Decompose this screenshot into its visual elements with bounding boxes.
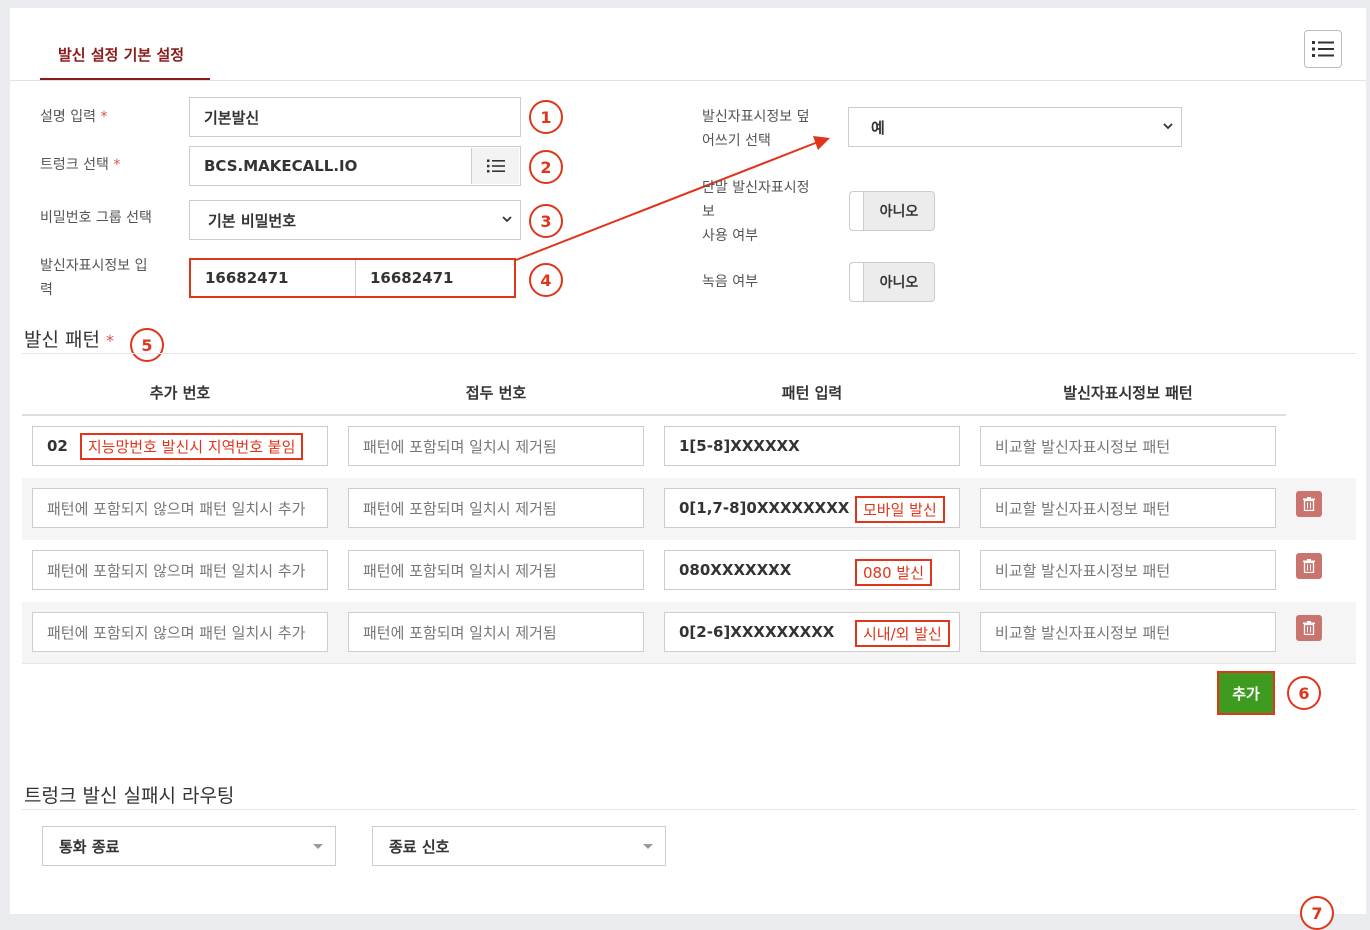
pattern-input[interactable]: 080XXXXXXX 080 발신 [664,550,960,590]
toggle-knob [850,192,864,230]
annotation-marker-5: 5 [130,328,164,362]
annotation-tag: 시내/외 발신 [855,620,950,647]
chevron-down-icon [643,844,653,849]
terminal-caller-id-label: 단말 발신자표시정 보 사용 여부 [702,176,810,248]
failover-action-value: 통화 종료 [59,837,120,856]
add-number-input[interactable]: 패턴에 포함되지 않으며 패턴 일치시 추가 [32,550,328,590]
pattern-input[interactable]: 1[5-8]XXXXXX [664,426,960,466]
annotation-arrow [515,136,830,261]
recording-toggle[interactable]: 아니오 [849,262,935,302]
caller-id-pattern-input[interactable]: 비교할 발신자표시정보 패턴 [980,488,1276,528]
header-caller-id-pattern: 발신자표시정보 패턴 [1063,384,1193,402]
pattern-value: 080XXXXXXX [679,561,792,579]
failover-signal-select[interactable]: 종료 신호 [372,826,666,866]
toggle-state: 아니오 [879,204,919,220]
annotation-marker-7: 7 [1300,896,1334,930]
failover-title: 트렁크 발신 실패시 라우팅 [24,785,235,807]
table-row: 02 지능망번호 발신시 지역번호 붙임 패턴에 포함되며 일치시 제거됨 1[… [22,416,1356,478]
prefix-number-input[interactable]: 패턴에 포함되며 일치시 제거됨 [348,426,644,466]
trash-icon [1303,621,1315,635]
caller-id-overwrite-label-line2: 어쓰기 선택 [702,133,771,149]
toggle-knob [850,263,864,301]
annotation-marker-6: 6 [1287,676,1321,710]
caller-id-pattern-input[interactable]: 비교할 발신자표시정보 패턴 [980,550,1276,590]
prefix-number-input[interactable]: 패턴에 포함되며 일치시 제거됨 [348,612,644,652]
header-add-number: 추가 번호 [149,384,211,402]
terminal-caller-id-label-line1: 단말 발신자표시정 [702,180,810,196]
chevron-down-icon [1163,123,1173,130]
settings-panel: 발신 설정 기본 설정 설명 입력 * 기본발신 1 트렁크 선택 * BCS.… [10,8,1366,930]
failover-action-select[interactable]: 통화 종료 [42,826,336,866]
header-prefix-number: 접두 번호 [465,384,527,402]
add-number-value: 02 [47,437,68,455]
patterns-title-text: 발신 패턴 [24,329,100,351]
caller-id-overwrite-value: 예 [871,118,885,137]
caller-id-pattern-input[interactable]: 비교할 발신자표시정보 패턴 [980,612,1276,652]
chevron-down-icon [313,844,323,849]
terminal-caller-id-label-line3: 사용 여부 [702,228,758,244]
delete-row-button[interactable] [1296,615,1322,641]
add-number-input[interactable]: 02 지능망번호 발신시 지역번호 붙임 [32,426,328,466]
add-number-input[interactable]: 패턴에 포함되지 않으며 패턴 일치시 추가 [32,612,328,652]
add-number-input[interactable]: 패턴에 포함되지 않으며 패턴 일치시 추가 [32,488,328,528]
required-mark: * [106,331,115,350]
table-bottom-divider [22,663,1356,664]
terminal-caller-id-label-line2: 보 [702,204,715,220]
patterns-title: 발신 패턴 * [24,325,114,352]
annotation-tag: 지능망번호 발신시 지역번호 붙임 [79,432,304,460]
section-divider [22,353,1356,354]
delete-row-button[interactable] [1296,553,1322,579]
pattern-input[interactable]: 0[2-6]XXXXXXXXX 시내/외 발신 [664,612,960,652]
table-row: 패턴에 포함되지 않으며 패턴 일치시 추가 패턴에 포함되며 일치시 제거됨 … [22,478,1356,540]
header-pattern: 패턴 입력 [781,384,843,402]
toggle-state: 아니오 [879,275,919,291]
table-row: 패턴에 포함되지 않으며 패턴 일치시 추가 패턴에 포함되며 일치시 제거됨 … [22,540,1356,602]
recording-label: 녹음 여부 [702,274,758,290]
pattern-value: 0[2-6]XXXXXXXXX [679,623,835,641]
caller-id-overwrite-label: 발신자표시정보 덮 어쓰기 선택 [702,105,810,153]
trash-icon [1303,559,1315,573]
prefix-number-input[interactable]: 패턴에 포함되며 일치시 제거됨 [348,488,644,528]
delete-row-button[interactable] [1296,491,1322,517]
annotation-tag: 080 발신 [855,559,932,586]
add-pattern-button[interactable]: 추가 [1217,671,1275,715]
terminal-caller-id-toggle[interactable]: 아니오 [849,191,935,231]
pattern-input[interactable]: 0[1,7-8]0XXXXXXXX 모바일 발신 [664,488,960,528]
failover-signal-value: 종료 신호 [389,837,450,856]
caller-id-overwrite-select[interactable]: 예 [848,107,1182,147]
table-row: 패턴에 포함되지 않으며 패턴 일치시 추가 패턴에 포함되며 일치시 제거됨 … [22,602,1356,664]
prefix-number-input[interactable]: 패턴에 포함되며 일치시 제거됨 [348,550,644,590]
annotation-tag: 모바일 발신 [855,496,945,523]
pattern-value: 0[1,7-8]0XXXXXXXX [679,499,850,517]
caller-id-pattern-input[interactable]: 비교할 발신자표시정보 패턴 [980,426,1276,466]
caller-id-overwrite-label-line1: 발신자표시정보 덮 [702,109,810,125]
section-divider [22,809,1356,810]
trash-icon [1303,497,1315,511]
